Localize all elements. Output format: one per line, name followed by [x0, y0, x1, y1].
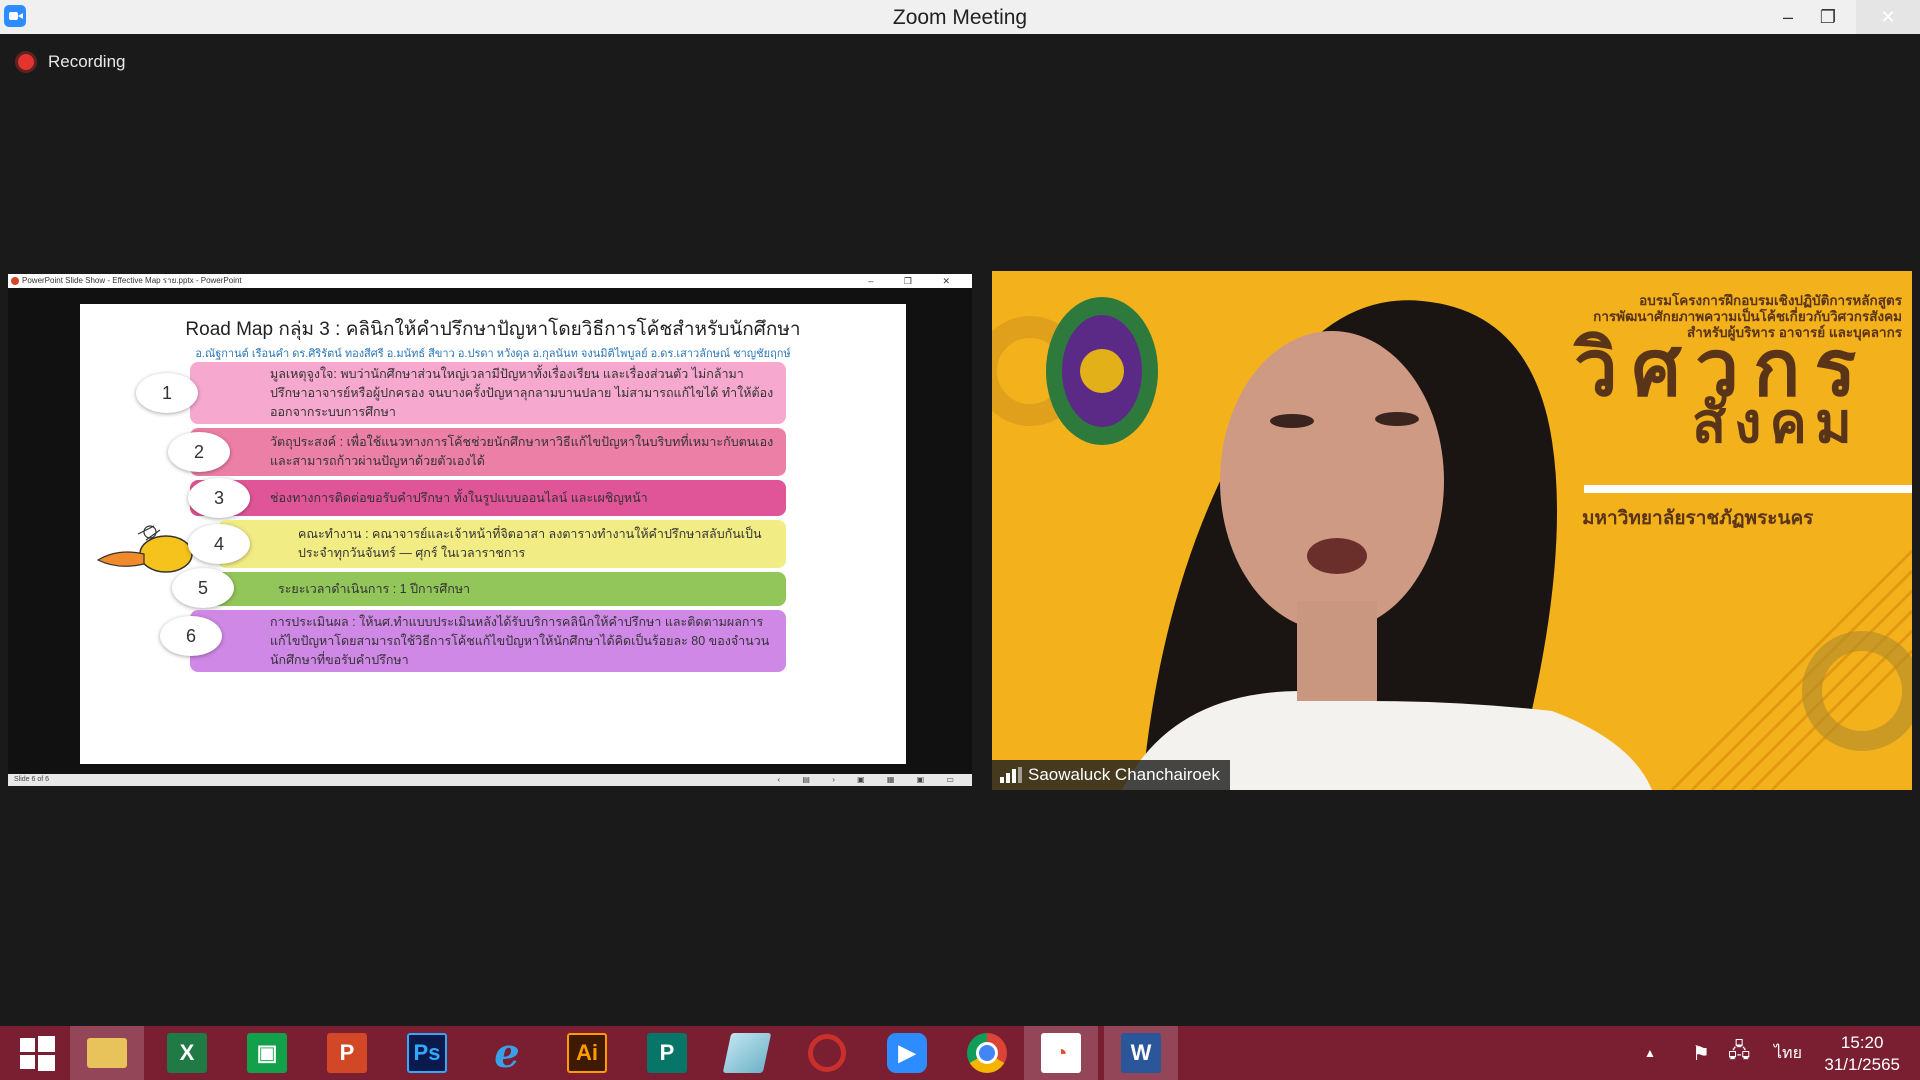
notes-icon: [722, 1033, 772, 1073]
paint-icon: ◔: [1041, 1033, 1081, 1073]
chrome-icon: [967, 1033, 1007, 1073]
powerpoint-small-icon: [11, 277, 19, 285]
taskbar-publisher[interactable]: P: [630, 1026, 704, 1080]
language-label: ไทย: [1774, 1044, 1802, 1062]
banner-title-2: สังคม: [1692, 391, 1860, 454]
action-center-flag[interactable]: ⚑: [1692, 1026, 1710, 1080]
banner-university: มหาวิทยาลัยราชภัฏพระนคร: [1582, 508, 1814, 529]
slide-row-text: ช่องทางการติดต่อขอรับคำปรึกษา ทั้งในรูปแ…: [270, 490, 648, 505]
illustrator-icon: Ai: [567, 1033, 607, 1073]
slideshow-status-bar: Slide 6 of 6 ‹ ▤ › ▣ ▦ ▣ ▭: [8, 774, 972, 786]
shared-screen[interactable]: PowerPoint Slide Show - Effective Map รา…: [8, 274, 972, 786]
zoom-icon: ▶: [887, 1033, 927, 1073]
slide-row-6: การประเมินผล : ให้นศ.ทำแบบประเมินหลังได้…: [190, 610, 786, 672]
store-icon: ▣: [247, 1033, 287, 1073]
clock-date: 31/1/2565: [1824, 1055, 1900, 1074]
shared-window-title-bar: PowerPoint Slide Show - Effective Map รา…: [8, 274, 972, 288]
chevron-up-icon: ▲: [1644, 1046, 1656, 1060]
slide-row-text: วัตถุประสงค์ : เพื่อใช้แนวทางการโค้ชช่วย…: [270, 435, 774, 468]
maximize-button[interactable]: ❐: [1802, 0, 1854, 34]
slide-authors: อ.ณัฐกานต์ เรือนคำ ดร.ศิริรัตน์ ทองสีศรี…: [195, 348, 791, 360]
slide-row-4: คณะทำงาน : คณาจารย์และเจ้าหน้าที่จิตอาสา…: [218, 520, 786, 568]
taskbar-notes[interactable]: [710, 1026, 784, 1080]
slide-row-number: 2: [168, 432, 230, 472]
slide-row-number: 5: [172, 568, 234, 608]
slide-row-text: มูลเหตุจูงใจ: พบว่านักศึกษาส่วนใหญ่เวลาม…: [270, 366, 774, 419]
taskbar-excel[interactable]: X: [150, 1026, 224, 1080]
window-title-bar: Zoom Meeting – ❐ ✕: [0, 0, 1920, 34]
internet-explorer-icon: e: [494, 1029, 520, 1077]
taskbar-file-explorer[interactable]: [70, 1026, 144, 1080]
slide-row-number: 6: [160, 616, 222, 656]
lightbulb-mascot-icon: [96, 525, 193, 573]
recording-dot-icon: [18, 54, 34, 70]
excel-icon: X: [167, 1033, 207, 1073]
show-hidden-icons-button[interactable]: ▲: [1644, 1026, 1656, 1080]
taskbar-internet-explorer[interactable]: e: [470, 1026, 544, 1080]
shared-window-title: PowerPoint Slide Show - Effective Map รา…: [22, 276, 242, 285]
banner-line-1: อบรมโครงการฝึกอบรมเชิงปฏิบัติการหลักสูตร: [1639, 293, 1902, 308]
taskbar-paint[interactable]: ◔: [1024, 1026, 1098, 1080]
participant-name: Saowaluck Chanchairoek: [1028, 765, 1220, 784]
language-indicator[interactable]: ไทย: [1774, 1026, 1802, 1080]
participant-name-label: Saowaluck Chanchairoek: [992, 760, 1230, 790]
shared-window-controls: – ❐ ✕: [868, 276, 964, 286]
presentation-slide: Road Map กลุ่ม 3 : คลินิกให้คำปรึกษาปัญห…: [80, 304, 906, 764]
taskbar-zoom[interactable]: ▶: [870, 1026, 944, 1080]
slide-row-number: 1: [136, 373, 198, 413]
close-button[interactable]: ✕: [1856, 0, 1920, 34]
slide-row-number: 3: [188, 478, 250, 518]
system-clock[interactable]: 15:20 31/1/2565: [1824, 1032, 1900, 1076]
photoshop-icon: Ps: [407, 1033, 447, 1073]
slide-counter: Slide 6 of 6: [14, 776, 50, 783]
close-icon: ✕: [1880, 7, 1896, 27]
participant-video-tile[interactable]: อบรมโครงการฝึกอบรมเชิงปฏิบัติการหลักสูตร…: [992, 271, 1912, 790]
taskbar-store[interactable]: ▣: [230, 1026, 304, 1080]
slide-row-5: ระยะเวลาดำเนินการ : 1 ปีการศึกษา: [198, 572, 786, 606]
hotocape-icon: [808, 1034, 846, 1072]
network-icon: 🖧: [1728, 1040, 1751, 1062]
windows-taskbar: X ▣ P Ps e Ai P ▶ ◔ W ▲ ⚑ 🖧 ไทย 15:20 31…: [0, 1026, 1920, 1080]
recording-label: Recording: [48, 52, 126, 71]
recording-indicator[interactable]: Recording: [18, 52, 126, 72]
taskbar-word[interactable]: W: [1104, 1026, 1178, 1080]
slide-row-2: วัตถุประสงค์ : เพื่อใช้แนวทางการโค้ชช่วย…: [190, 428, 786, 476]
windows-logo-icon: [20, 1036, 55, 1071]
taskbar-hotocape[interactable]: [790, 1026, 864, 1080]
taskbar-illustrator[interactable]: Ai: [550, 1026, 624, 1080]
slideshow-view-controls: ‹ ▤ › ▣ ▦ ▣ ▭: [777, 775, 964, 784]
signal-strength-icon: [1000, 767, 1022, 783]
slide-title: Road Map กลุ่ม 3 : คลินิกให้คำปรึกษาปัญห…: [185, 319, 801, 340]
folder-icon: [87, 1038, 127, 1068]
taskbar-chrome[interactable]: [950, 1026, 1024, 1080]
taskbar-powerpoint[interactable]: P: [310, 1026, 384, 1080]
powerpoint-icon: P: [327, 1033, 367, 1073]
publisher-icon: P: [647, 1033, 687, 1073]
taskbar-photoshop[interactable]: Ps: [390, 1026, 464, 1080]
word-icon: W: [1121, 1033, 1161, 1073]
start-button[interactable]: [0, 1026, 74, 1080]
slide-row-text: การประเมินผล : ให้นศ.ทำแบบประเมินหลังได้…: [270, 614, 770, 667]
slide-row-text: ระยะเวลาดำเนินการ : 1 ปีการศึกษา: [278, 581, 471, 596]
slide-row-number: 4: [188, 524, 250, 564]
slide-row-text: คณะทำงาน : คณาจารย์และเจ้าหน้าที่จิตอาสา…: [298, 527, 762, 560]
slide-row-3: ช่องทางการติดต่อขอรับคำปรึกษา ทั้งในรูปแ…: [190, 480, 786, 516]
window-title: Zoom Meeting: [892, 6, 1028, 29]
clock-time: 15:20: [1840, 1033, 1884, 1052]
network-status[interactable]: 🖧: [1728, 1026, 1750, 1080]
slide-row-1: มูลเหตุจูงใจ: พบว่านักศึกษาส่วนใหญ่เวลาม…: [190, 362, 786, 424]
flag-icon: ⚑: [1692, 1042, 1710, 1065]
